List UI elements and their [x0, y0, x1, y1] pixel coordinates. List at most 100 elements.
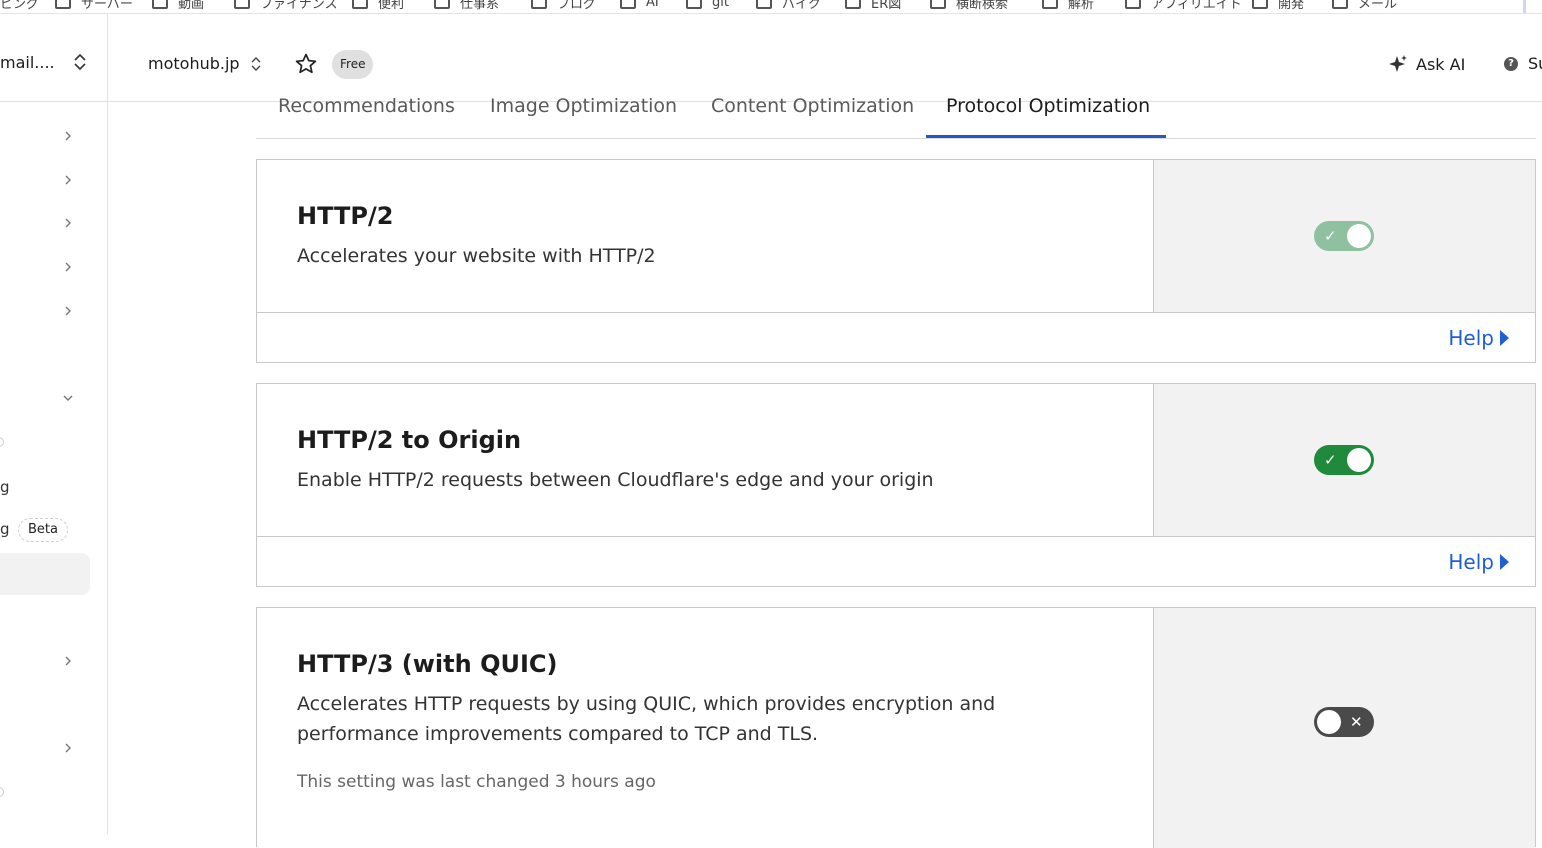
help-circle-icon: ?: [1504, 56, 1518, 71]
folder-icon: [620, 0, 636, 9]
check-icon: ✓: [1324, 451, 1337, 469]
sidebar: g g Beta: [0, 102, 108, 834]
sidebar-item-icon: [0, 787, 4, 797]
help-link[interactable]: Help: [1448, 326, 1509, 350]
top-header: mail.... motohub.jp Free Ask AI ? Su: [0, 14, 1542, 102]
chevron-right-icon[interactable]: [62, 305, 74, 317]
tab-content-optimization[interactable]: Content Optimization: [711, 95, 914, 117]
chevron-up-down-icon[interactable]: [72, 52, 88, 72]
bookmark-folder[interactable]: サーバー: [55, 0, 133, 13]
bookmark-folder[interactable]: AI: [620, 0, 659, 13]
plan-badge: Free: [332, 50, 374, 79]
chevron-right-icon[interactable]: [62, 742, 74, 754]
bookmark-label: ピング: [0, 0, 40, 12]
folder-icon: [686, 0, 702, 9]
tab-protocol-optimization[interactable]: Protocol Optimization: [946, 95, 1150, 117]
folder-icon: [352, 0, 368, 9]
folder-icon: [756, 0, 772, 9]
bookmark-folder[interactable]: 横断検索: [930, 0, 1008, 13]
bookmark-folder[interactable]: 解析: [1042, 0, 1094, 13]
sidebar-item-label[interactable]: g: [0, 478, 10, 496]
help-label: Help: [1448, 550, 1494, 574]
card-description: Enable HTTP/2 requests between Cloudflar…: [297, 469, 934, 491]
toggle-knob: [1347, 448, 1371, 472]
bookmark-folder[interactable]: ブログ: [531, 0, 596, 13]
chevron-right-icon[interactable]: [62, 174, 74, 186]
folder-icon: [1252, 0, 1268, 9]
card-title: HTTP/2: [297, 202, 394, 230]
chevron-right-icon[interactable]: [62, 261, 74, 273]
bookmark-label: バイク: [782, 0, 821, 12]
bookmark-folder[interactable]: ER図: [845, 0, 901, 13]
chevron-right-icon[interactable]: [62, 655, 74, 667]
folder-icon: [531, 0, 547, 9]
setting-card-http2-origin: HTTP/2 to Origin Enable HTTP/2 requests …: [256, 383, 1536, 587]
bookmark-folder[interactable]: 便利: [352, 0, 404, 13]
folder-icon: [55, 0, 71, 9]
toggle-knob: [1347, 224, 1371, 248]
help-link[interactable]: Help: [1448, 550, 1509, 574]
bookmark-label: 解析: [1068, 0, 1095, 12]
caret-right-icon: [1500, 330, 1509, 346]
bookmark-folder[interactable]: バイク: [756, 0, 821, 13]
bookmark-folder[interactable]: 動画: [152, 0, 204, 13]
folder-icon: [845, 0, 861, 9]
folder-icon: [1125, 0, 1141, 9]
http3-toggle[interactable]: ✕: [1314, 707, 1374, 737]
card-control-panel: ✓: [1153, 160, 1535, 312]
bookmark-item[interactable]: ピング: [0, 0, 39, 13]
folder-icon: [930, 0, 946, 9]
chevron-down-icon[interactable]: [62, 392, 74, 404]
card-body: HTTP/2 Accelerates your website with HTT…: [257, 160, 1153, 312]
bookmark-folder[interactable]: アフィリエイト: [1125, 0, 1242, 13]
bookmark-label: アフィリエイト: [1151, 0, 1242, 12]
chevron-up-down-icon[interactable]: [250, 55, 262, 73]
bookmark-label: 開発: [1278, 0, 1305, 12]
speed-tabs: Recommendations Image Optimization Conte…: [256, 93, 1536, 139]
close-icon: ✕: [1350, 713, 1363, 731]
bookmark-label: 仕事系: [460, 0, 500, 12]
card-control-panel: ✕: [1153, 608, 1535, 848]
card-control-panel: ✓: [1153, 384, 1535, 536]
bookmark-label: 横断検索: [956, 0, 1009, 12]
chevron-right-icon[interactable]: [62, 130, 74, 142]
sidebar-item-active[interactable]: [0, 553, 90, 595]
beta-badge: Beta: [18, 518, 68, 542]
star-icon[interactable]: [294, 52, 318, 76]
folder-icon: [1332, 0, 1348, 9]
bookmark-label: 便利: [378, 0, 405, 12]
bookmark-label: サーバー: [81, 0, 133, 12]
card-title: HTTP/2 to Origin: [297, 426, 522, 454]
card-body: HTTP/2 to Origin Enable HTTP/2 requests …: [257, 384, 1153, 536]
card-footer: Help: [257, 312, 1535, 362]
support-button[interactable]: ? Su: [1504, 54, 1542, 73]
card-title: HTTP/3 (with QUIC): [297, 650, 558, 678]
setting-card-http2: HTTP/2 Accelerates your website with HTT…: [256, 159, 1536, 363]
http2-origin-toggle[interactable]: ✓: [1314, 445, 1374, 475]
bookmark-label: ファイナンス: [260, 0, 338, 12]
sidebar-item-label[interactable]: g: [0, 520, 10, 538]
bookmark-folder[interactable]: メール: [1332, 0, 1397, 13]
scrollbar-thumb[interactable]: [1523, 0, 1526, 13]
help-label: Help: [1448, 326, 1494, 350]
bookmarks-bar: ピング サーバー 動画 ファイナンス 便利 仕事系 ブログ AI git バイク…: [0, 0, 1542, 14]
bookmark-folder[interactable]: ファイナンス: [234, 0, 337, 13]
active-tab-indicator: [926, 135, 1166, 138]
header-divider: [107, 14, 108, 102]
account-selector[interactable]: mail....: [0, 53, 55, 72]
bookmark-label: 動画: [178, 0, 205, 12]
support-label: Su: [1528, 54, 1542, 73]
http2-toggle[interactable]: ✓: [1314, 221, 1374, 251]
bookmark-folder[interactable]: git: [686, 0, 729, 13]
ask-ai-button[interactable]: Ask AI: [1388, 54, 1465, 74]
domain-selector[interactable]: motohub.jp: [148, 54, 240, 73]
bookmark-folder[interactable]: 仕事系: [434, 0, 499, 13]
folder-icon: [152, 0, 168, 9]
chevron-right-icon[interactable]: [62, 217, 74, 229]
tab-image-optimization[interactable]: Image Optimization: [490, 95, 677, 117]
bookmark-label: ブログ: [557, 0, 597, 12]
bookmark-label: git: [712, 0, 729, 10]
bookmark-folder[interactable]: 開発: [1252, 0, 1304, 13]
last-changed-note: This setting was last changed 3 hours ag…: [297, 772, 656, 792]
tab-recommendations[interactable]: Recommendations: [278, 95, 455, 117]
